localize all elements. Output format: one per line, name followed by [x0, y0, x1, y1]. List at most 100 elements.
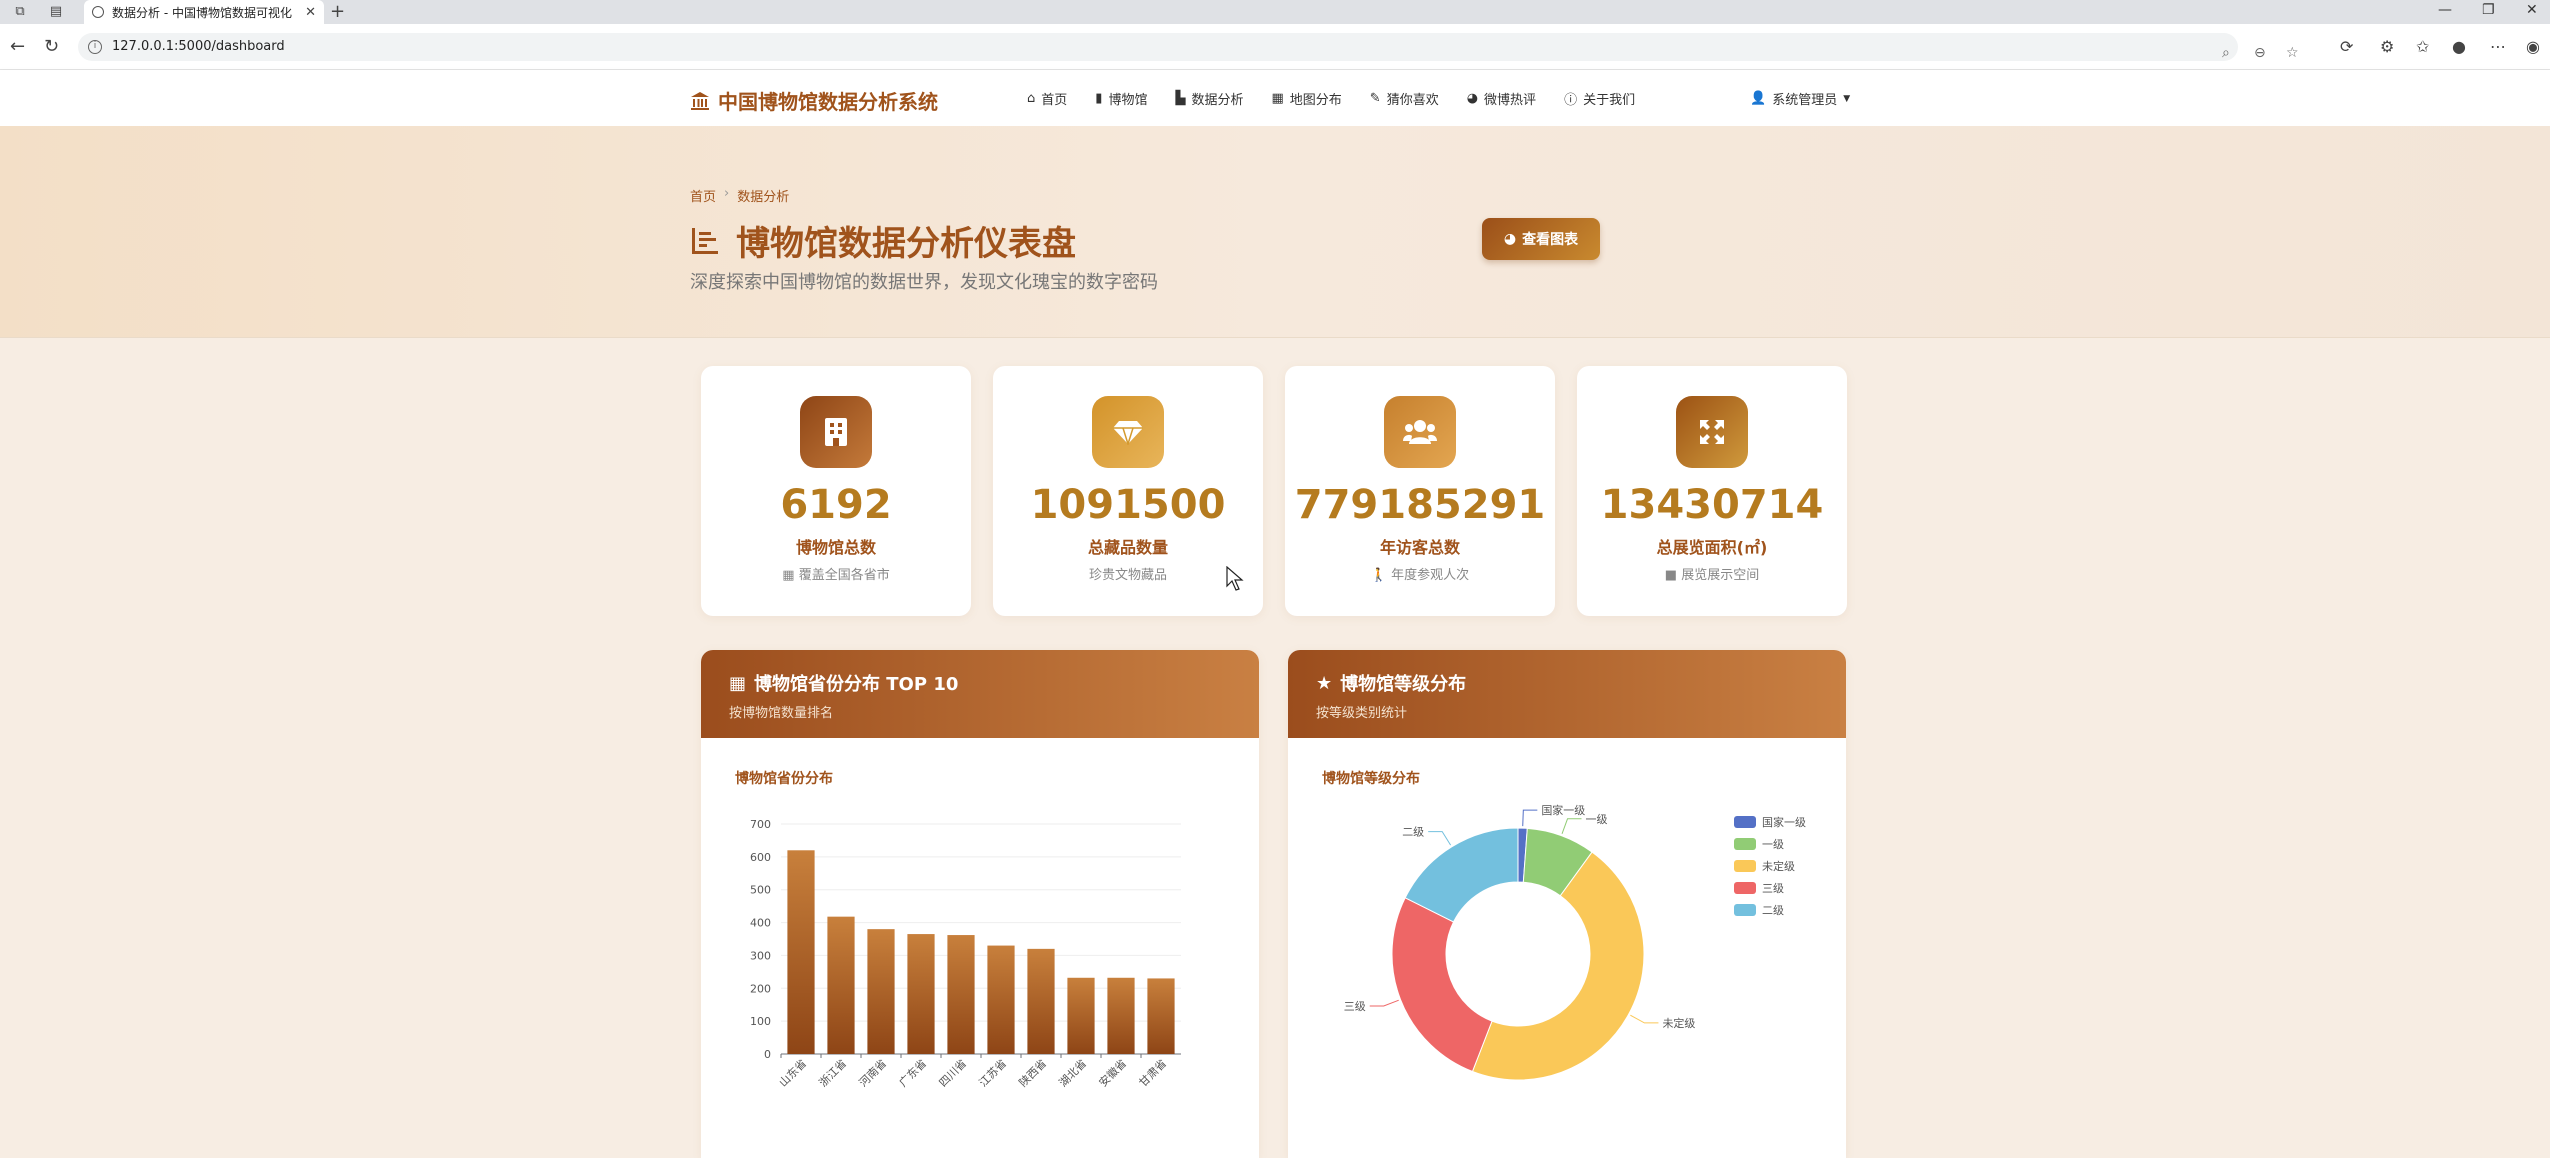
back-icon[interactable]: ←: [10, 36, 25, 57]
caret-down-icon: ▼: [1843, 93, 1851, 104]
site-navbar: 中国博物馆数据分析系统 ⌂ 首页 ▮ 博物馆 ▙ 数据分析 ▦ 地图分布 ✎ 猜你喜欢 ◕…: [0, 70, 2550, 126]
slice-label-line: [1522, 809, 1538, 827]
bar-陕西省: [1027, 948, 1055, 1054]
copilot-icon[interactable]: ◉: [2526, 37, 2540, 56]
x-tick-label: 浙江省: [817, 1057, 850, 1090]
reader-icon[interactable]: ⊖: [2254, 39, 2266, 67]
tab-close-icon[interactable]: ✕: [305, 5, 316, 20]
extension-icon-2[interactable]: ⚙: [2380, 37, 2394, 56]
legend-label: 二级: [1762, 904, 1784, 917]
url-input[interactable]: i 127.0.0.1:5000/dashboard ⌕ ⊖ ☆: [78, 33, 2299, 61]
legend-swatch: [1734, 904, 1756, 916]
tab-actions-icon[interactable]: ⧉: [10, 2, 30, 22]
brand-logo[interactable]: 中国博物馆数据分析系统: [690, 86, 938, 115]
nav-museums-label: 博物馆: [1108, 93, 1148, 108]
slice-label: 二级: [1402, 826, 1424, 839]
url-text: 127.0.0.1:5000/dashboard: [112, 39, 285, 54]
bar-湖北省: [1067, 977, 1095, 1054]
stat-card-visitors: 779185291 年访客总数 🚶 年度参观人次: [1285, 366, 1555, 616]
nav-map[interactable]: ▦ 地图分布: [1271, 89, 1341, 108]
breadcrumb-home[interactable]: 首页: [690, 186, 716, 205]
user-name: 系统管理员: [1772, 93, 1838, 108]
reload-icon[interactable]: ↻: [44, 36, 59, 57]
province-bar-chart: 0 100 200 300 400 500 600 700 山东省 浙江省 河南省 广东省 四川省 江苏省…: [750, 818, 1181, 1090]
favorite-star-icon[interactable]: ☆: [2286, 39, 2299, 67]
new-tab-icon[interactable]: +: [330, 1, 345, 22]
slice-label-line: [1561, 818, 1582, 834]
level-panel-title: ★ 博物馆等级分布: [1316, 670, 1818, 696]
x-tick-label: 江苏省: [977, 1057, 1010, 1090]
nav-about[interactable]: ⓘ 关于我们: [1564, 89, 1635, 108]
view-chart-button[interactable]: ◕ 查看图表: [1482, 218, 1600, 260]
window-close-icon[interactable]: ✕: [2526, 2, 2538, 18]
gem-icon: [1092, 396, 1164, 468]
nav-weibo[interactable]: ◕ 微博热评: [1467, 89, 1536, 108]
profile-avatar-icon[interactable]: ●: [2452, 37, 2466, 56]
star-icon: ★: [1316, 672, 1333, 694]
stat-card-museums: 6192 博物馆总数 ▦ 覆盖全国各省市: [701, 366, 971, 616]
page-title: 博物馆数据分析仪表盘: [690, 216, 1076, 265]
restore-icon[interactable]: ❐: [2482, 2, 2495, 18]
user-menu[interactable]: 👤 系统管理员 ▼: [1750, 89, 1850, 108]
extension-icon[interactable]: ⟳: [2340, 37, 2353, 56]
legend-label: 国家一级: [1762, 815, 1806, 829]
y-tick-label: 300: [750, 949, 771, 962]
y-tick-label: 500: [750, 884, 771, 897]
vertical-tabs-icon[interactable]: ▤: [46, 2, 66, 22]
stat-value: 6192: [780, 482, 892, 528]
stat-note-text: 年度参观人次: [1391, 568, 1470, 583]
y-tick-label: 700: [750, 818, 771, 831]
stat-label: 年访客总数: [1379, 538, 1460, 557]
more-menu-icon[interactable]: ⋯: [2490, 37, 2506, 56]
mouse-cursor-icon: [1226, 566, 1244, 591]
province-panel-subtitle: 按博物馆数量排名: [729, 706, 834, 721]
stat-note-text: 覆盖全国各省市: [798, 568, 890, 583]
tab-title: 数据分析 - 中国博物馆数据可视化: [112, 5, 292, 20]
minimize-icon[interactable]: —: [2438, 2, 2452, 18]
level-panel-subtitle: 按等级类别统计: [1316, 706, 1408, 721]
home-icon: ⌂: [1027, 91, 1036, 106]
legend-label: 三级: [1762, 882, 1784, 895]
users-icon: [1384, 396, 1456, 468]
page-subtitle: 深度探索中国博物馆的数据世界，发现文化瑰宝的数字密码: [690, 272, 1158, 293]
pencil-icon: ✎: [1369, 91, 1381, 106]
stat-label: 总展览面积(㎡): [1656, 538, 1768, 557]
x-tick-label: 安徽省: [1096, 1056, 1129, 1089]
y-tick-label: 200: [750, 982, 771, 995]
browser-tabbar: ⧉ ▤ 数据分析 - 中国博物馆数据可视化 ✕ + — ❐ ✕: [0, 0, 2550, 24]
walking-icon: 🚶: [1370, 568, 1388, 583]
x-tick-label: 广东省: [897, 1057, 930, 1090]
nav-about-label: 关于我们: [1583, 93, 1636, 108]
info-icon: ⓘ: [1564, 93, 1578, 108]
favorites-icon[interactable]: ✩: [2416, 37, 2429, 56]
map-marked-icon: ▦: [729, 672, 747, 694]
slice-label: 国家一级: [1541, 803, 1585, 817]
slice-三级: [1391, 897, 1493, 1073]
level-panel-header: ★ 博物馆等级分布 按等级类别统计: [1288, 650, 1846, 738]
nav-analysis[interactable]: ▙ 数据分析: [1175, 89, 1243, 108]
slice-label-line: [1428, 831, 1452, 846]
legend-swatch: [1734, 860, 1756, 872]
nav-museums[interactable]: ▮ 博物馆: [1095, 89, 1147, 108]
x-tick-label: 湖北省: [1057, 1057, 1090, 1090]
stat-label: 总藏品数量: [1087, 538, 1168, 557]
nav-home[interactable]: ⌂ 首页: [1027, 89, 1067, 108]
zoom-icon[interactable]: ⌕: [2222, 39, 2230, 67]
hero-section: 首页 › 数据分析 博物馆数据分析仪表盘 深度探索中国博物馆的数据世界，发现文化…: [0, 126, 2550, 338]
bar-江苏省: [987, 945, 1015, 1054]
x-tick-label: 甘肃省: [1137, 1057, 1170, 1090]
weibo-icon: ◕: [1466, 91, 1479, 106]
province-panel-header: ▦ 博物馆省份分布 TOP 10 按博物馆数量排名: [701, 650, 1259, 738]
stat-label: 博物馆总数: [795, 538, 876, 557]
browser-tab-active[interactable]: 数据分析 - 中国博物馆数据可视化 ✕: [84, 0, 324, 24]
nav-analysis-label: 数据分析: [1191, 93, 1244, 108]
stat-value: 779185291: [1294, 482, 1546, 528]
breadcrumb: 首页 › 数据分析: [690, 186, 789, 205]
nav-recommend-label: 猜你喜欢: [1386, 93, 1439, 108]
nav-recommend[interactable]: ✎ 猜你喜欢: [1370, 89, 1439, 108]
bar-安徽省: [1107, 977, 1135, 1054]
page-title-text: 博物馆数据分析仪表盘: [736, 224, 1076, 264]
site-info-icon[interactable]: i: [88, 40, 102, 54]
province-panel-title: ▦ 博物馆省份分布 TOP 10: [729, 670, 1231, 696]
breadcrumb-current: 数据分析: [737, 190, 790, 205]
